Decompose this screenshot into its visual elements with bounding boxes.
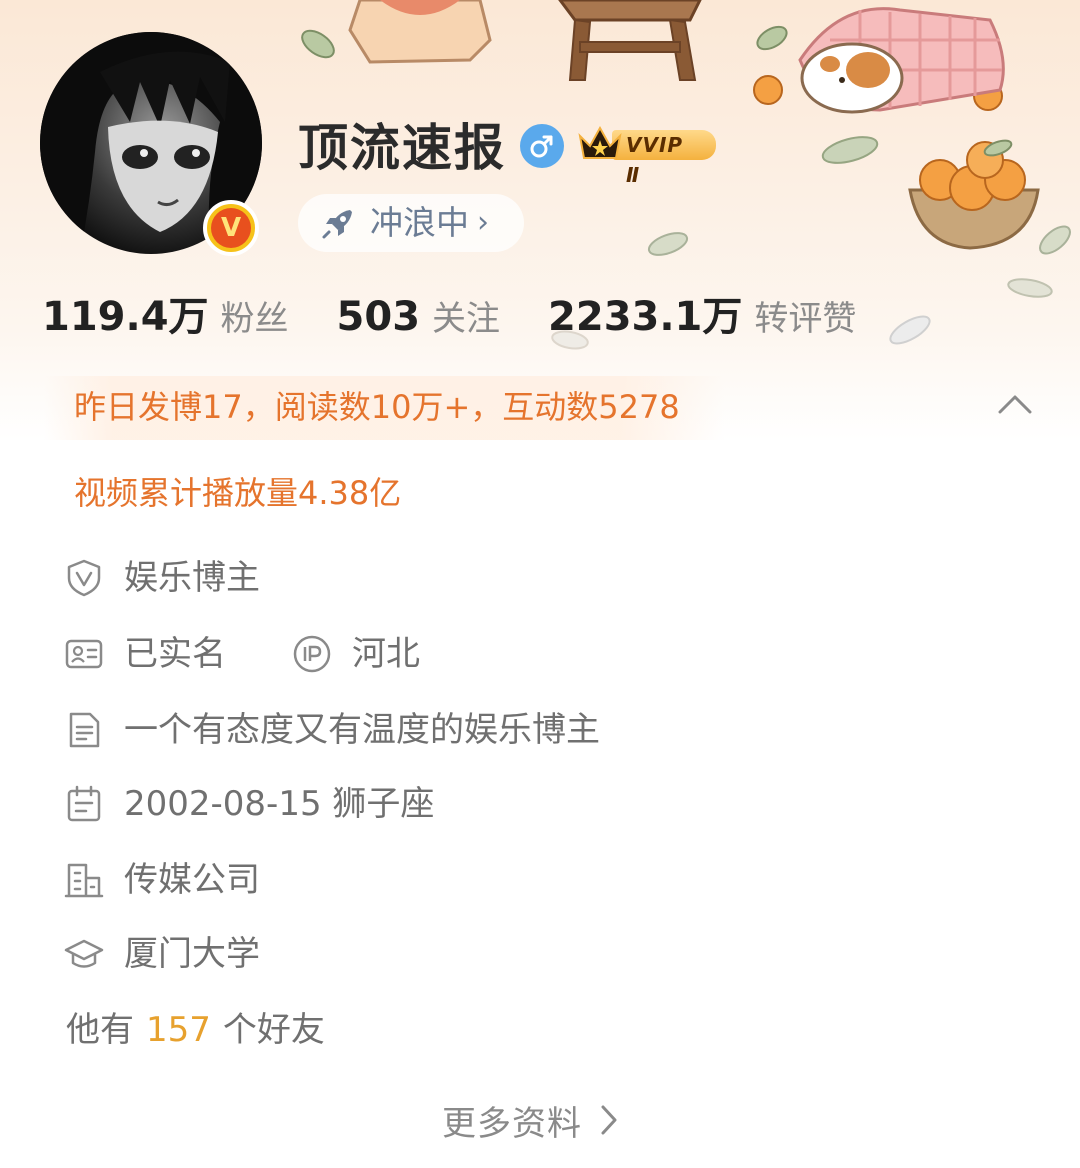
building-icon (64, 863, 104, 898)
stat-value: 119.4万 (42, 294, 209, 340)
info-category-text: 娱乐博主 (124, 558, 260, 598)
stat-interactions[interactable]: 2233.1万 转评赞 (548, 284, 856, 342)
info-company: 传媒公司 (64, 852, 260, 908)
daily-summary: 昨日发博17，阅读数10万+，互动数5278 (74, 388, 680, 426)
info-birthday-text: 2002-08-15 狮子座 (124, 784, 435, 824)
friends-prefix: 他有 (66, 1010, 134, 1050)
profile-name: 顶流速报 (298, 119, 506, 177)
male-icon (520, 124, 564, 168)
info-school-text: 厦门大学 (124, 934, 260, 974)
vvip-label: VVIP Ⅱ (612, 130, 716, 187)
stat-label: 粉丝 (220, 299, 289, 339)
document-icon (69, 712, 100, 748)
profile-page: V 顶流速报 VVIP Ⅱ 冲浪中 › 119.4万 粉丝 503 关注 223… (0, 0, 1080, 1168)
verified-v-icon: V (211, 208, 251, 248)
online-status-label: 冲浪中 (370, 203, 469, 242)
ip-icon (293, 635, 331, 673)
vvip-badge[interactable]: VVIP Ⅱ (576, 124, 716, 187)
more-info-label: 更多资料 (442, 1103, 582, 1144)
info-school: 厦门大学 (64, 926, 260, 982)
stat-label: 关注 (432, 299, 501, 339)
stat-followers[interactable]: 119.4万 粉丝 (42, 284, 289, 342)
video-play-summary: 视频累计播放量4.38亿 (74, 474, 402, 512)
friends-suffix: 个好友 (222, 1010, 325, 1050)
chevron-right-icon (601, 1105, 617, 1135)
stats-row: 119.4万 粉丝 503 关注 2233.1万 转评赞 (42, 284, 856, 344)
stat-value: 503 (336, 294, 421, 340)
info-birthday: 2002-08-15 狮子座 (64, 776, 434, 832)
info-bio: 一个有态度又有温度的娱乐博主 (64, 702, 600, 758)
calendar-icon (67, 785, 101, 822)
id-card-icon (65, 639, 103, 669)
crown-icon (578, 125, 622, 159)
shield-v-icon (67, 559, 101, 597)
info-real-name-text: 已实名 (124, 634, 226, 674)
more-info-button[interactable]: 更多资料 (442, 1090, 620, 1150)
info-bio-text: 一个有态度又有温度的娱乐博主 (124, 710, 600, 750)
friends-count: 157 (146, 1010, 211, 1050)
friends-summary[interactable]: 他有 157 个好友 (66, 1002, 325, 1058)
info-verification: 已实名 河北 (64, 626, 420, 682)
graduation-cap-icon (64, 939, 104, 968)
info-company-text: 传媒公司 (124, 860, 260, 900)
chevron-right-icon: › (477, 205, 489, 240)
chevron-up-icon[interactable] (996, 388, 1034, 418)
stat-following[interactable]: 503 关注 (337, 291, 501, 340)
info-category: 娱乐博主 (64, 550, 260, 606)
online-status-pill[interactable]: 冲浪中 › (298, 194, 524, 252)
verified-badge: V (203, 200, 259, 256)
stat-label: 转评赞 (754, 299, 857, 339)
stat-value: 2233.1万 (548, 294, 743, 340)
rocket-icon (322, 210, 352, 239)
info-ip-location-text: 河北 (352, 634, 420, 674)
